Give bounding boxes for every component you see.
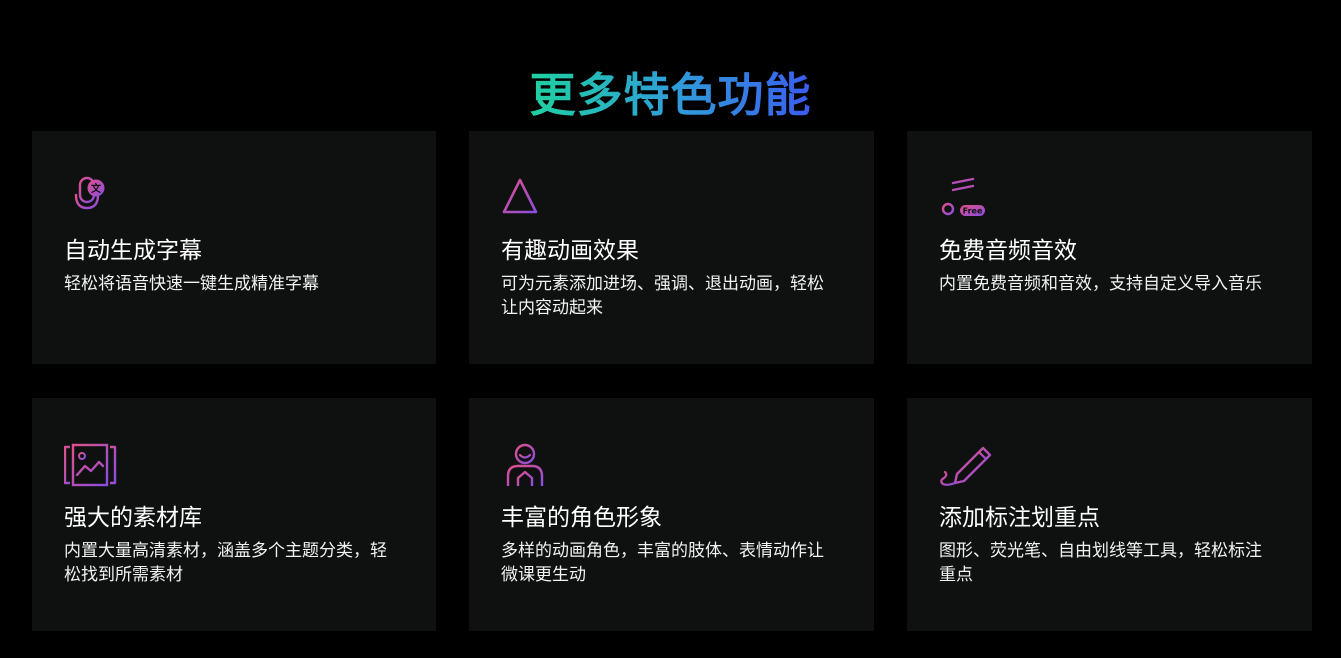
feature-title: 有趣动画效果 (501, 238, 639, 264)
feature-title: 免费音频音效 (939, 238, 1077, 264)
feature-description: 多样的动画角色，丰富的肢体、表情动作让微课更生动 (501, 541, 824, 585)
feature-description: 可为元素添加进场、强调、退出动画，轻松让内容动起来 (501, 274, 824, 318)
feature-description: 内置免费音频和音效，支持自定义导入音乐 (939, 274, 1262, 294)
feature-title: 强大的素材库 (64, 505, 202, 531)
feature-grid: 文 自动生成字幕 轻松将语音快速一键生成精准字幕 有趣动画效果 可为元素添加进场… (32, 131, 1312, 631)
free-badge: Free (963, 207, 983, 216)
feature-description: 轻松将语音快速一键生成精准字幕 (64, 274, 319, 294)
feature-card-characters: 丰富的角色形象 多样的动画角色，丰富的肢体、表情动作让微课更生动 (469, 398, 874, 631)
highlighter-pen-icon (940, 446, 992, 486)
feature-title: 添加标注划重点 (939, 505, 1100, 531)
section-title: 更多特色功能 (529, 67, 812, 122)
feature-description: 内置大量高清素材，涵盖多个主题分类，轻松找到所需素材 (64, 541, 387, 585)
animation-triangle-icon (502, 178, 551, 214)
character-icon (506, 443, 544, 486)
feature-card-auto-subtitle: 文 自动生成字幕 轻松将语音快速一键生成精准字幕 (32, 131, 436, 364)
feature-title: 丰富的角色形象 (501, 505, 662, 531)
free-music-icon: Free (941, 177, 985, 216)
feature-card-free-audio: Free 免费音频音效 内置免费音频和音效，支持自定义导入音乐 (907, 131, 1312, 364)
image-library-icon (64, 443, 117, 487)
feature-card-annotation: 添加标注划重点 图形、荧光笔、自由划线等工具，轻松标注重点 (907, 398, 1312, 631)
feature-title: 自动生成字幕 (64, 238, 202, 264)
feature-description: 图形、荧光笔、自由划线等工具，轻松标注重点 (939, 541, 1262, 585)
feature-card-asset-library: 强大的素材库 内置大量高清素材，涵盖多个主题分类，轻松找到所需素材 (32, 398, 436, 631)
feature-card-animation: 有趣动画效果 可为元素添加进场、强调、退出动画，轻松让内容动起来 (469, 131, 874, 364)
svg-text:文: 文 (91, 182, 102, 195)
subtitle-microphone-icon: 文 (74, 176, 105, 217)
